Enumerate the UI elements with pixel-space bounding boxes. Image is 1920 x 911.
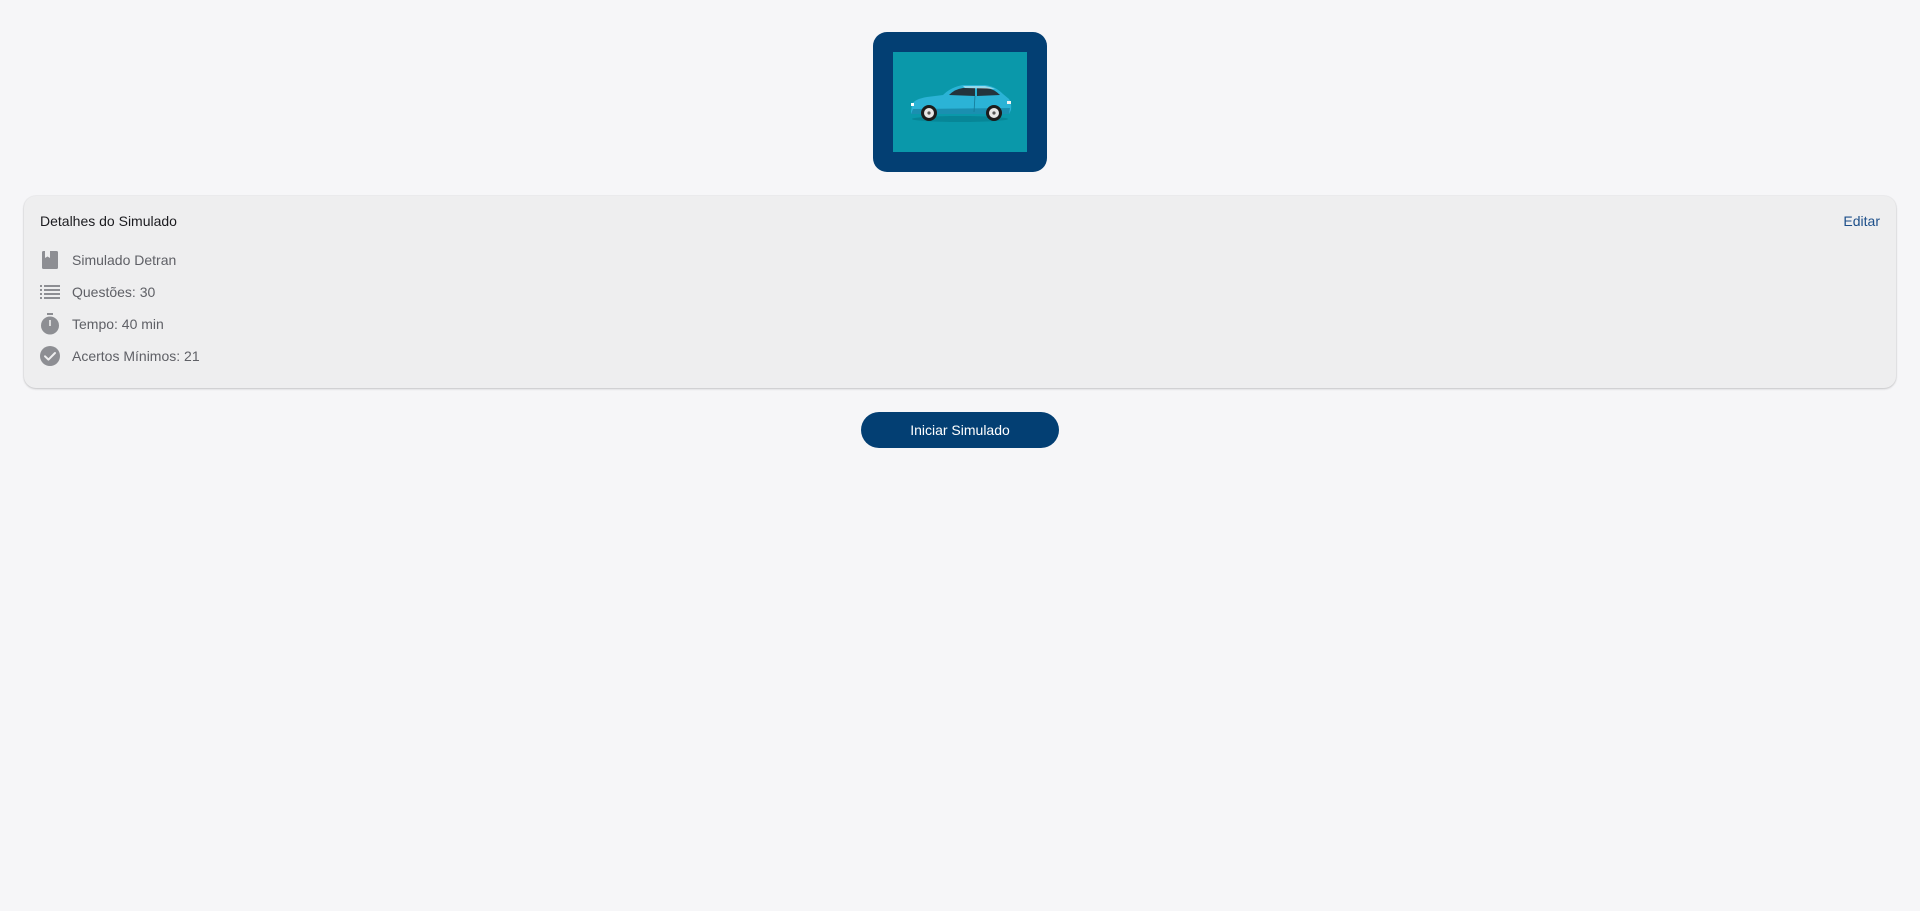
detail-row-time: Tempo: 40 min — [40, 312, 164, 336]
hero-image — [893, 52, 1027, 152]
simulation-detail-page: Detalhes do Simulado Editar Simulado Det… — [0, 0, 1920, 911]
detail-row-name: Simulado Detran — [40, 248, 176, 272]
detail-label: Tempo: 40 min — [72, 316, 164, 332]
simulation-details-card: Detalhes do Simulado Editar Simulado Det… — [24, 196, 1896, 388]
check-circle-icon — [40, 346, 60, 366]
start-simulation-button[interactable]: Iniciar Simulado — [861, 412, 1059, 448]
list-icon — [40, 282, 60, 302]
detail-row-min-correct: Acertos Mínimos: 21 — [40, 344, 200, 368]
car-image — [911, 85, 1012, 122]
card-title: Detalhes do Simulado — [40, 213, 177, 229]
detail-row-questions: Questões: 30 — [40, 280, 155, 304]
detail-label: Questões: 30 — [72, 284, 156, 300]
hero-image-frame — [873, 32, 1047, 172]
edit-link[interactable]: Editar — [1843, 213, 1880, 229]
detail-label: Simulado Detran — [72, 252, 177, 268]
book-icon — [40, 250, 60, 270]
detail-label: Acertos Mínimos: 21 — [72, 348, 200, 364]
timer-icon — [40, 313, 60, 335]
